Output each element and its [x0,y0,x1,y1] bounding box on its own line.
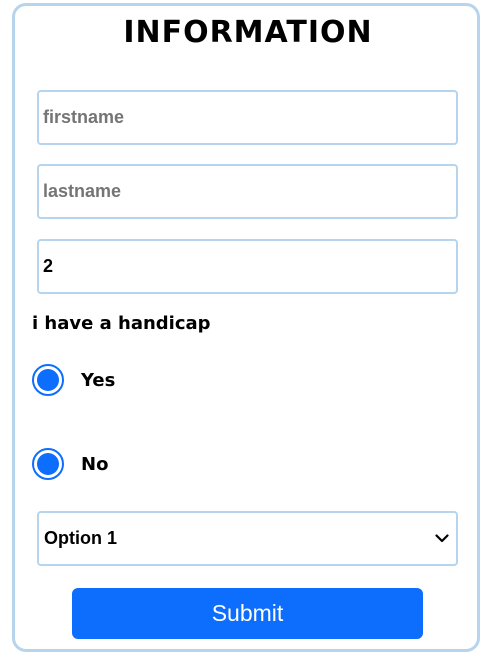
radio-selected-dot [37,369,59,391]
form-title: INFORMATION [123,15,373,50]
lastname-input[interactable] [37,164,458,219]
radio-label-no: No [81,453,109,475]
number-input[interactable] [37,239,458,294]
chevron-down-icon [434,531,450,547]
radio-label-yes: Yes [81,369,116,391]
submit-button[interactable]: Submit [72,588,423,639]
option-select[interactable]: Option 1 [37,511,458,566]
radio-button-no[interactable] [32,448,64,480]
radio-button-yes[interactable] [32,364,64,396]
radio-option-yes[interactable]: Yes [32,362,115,398]
radio-selected-dot [37,453,59,475]
firstname-input[interactable] [37,90,458,145]
handicap-question-label: i have a handicap [32,313,211,334]
radio-option-no[interactable]: No [32,446,108,482]
select-value: Option 1 [44,528,117,548]
